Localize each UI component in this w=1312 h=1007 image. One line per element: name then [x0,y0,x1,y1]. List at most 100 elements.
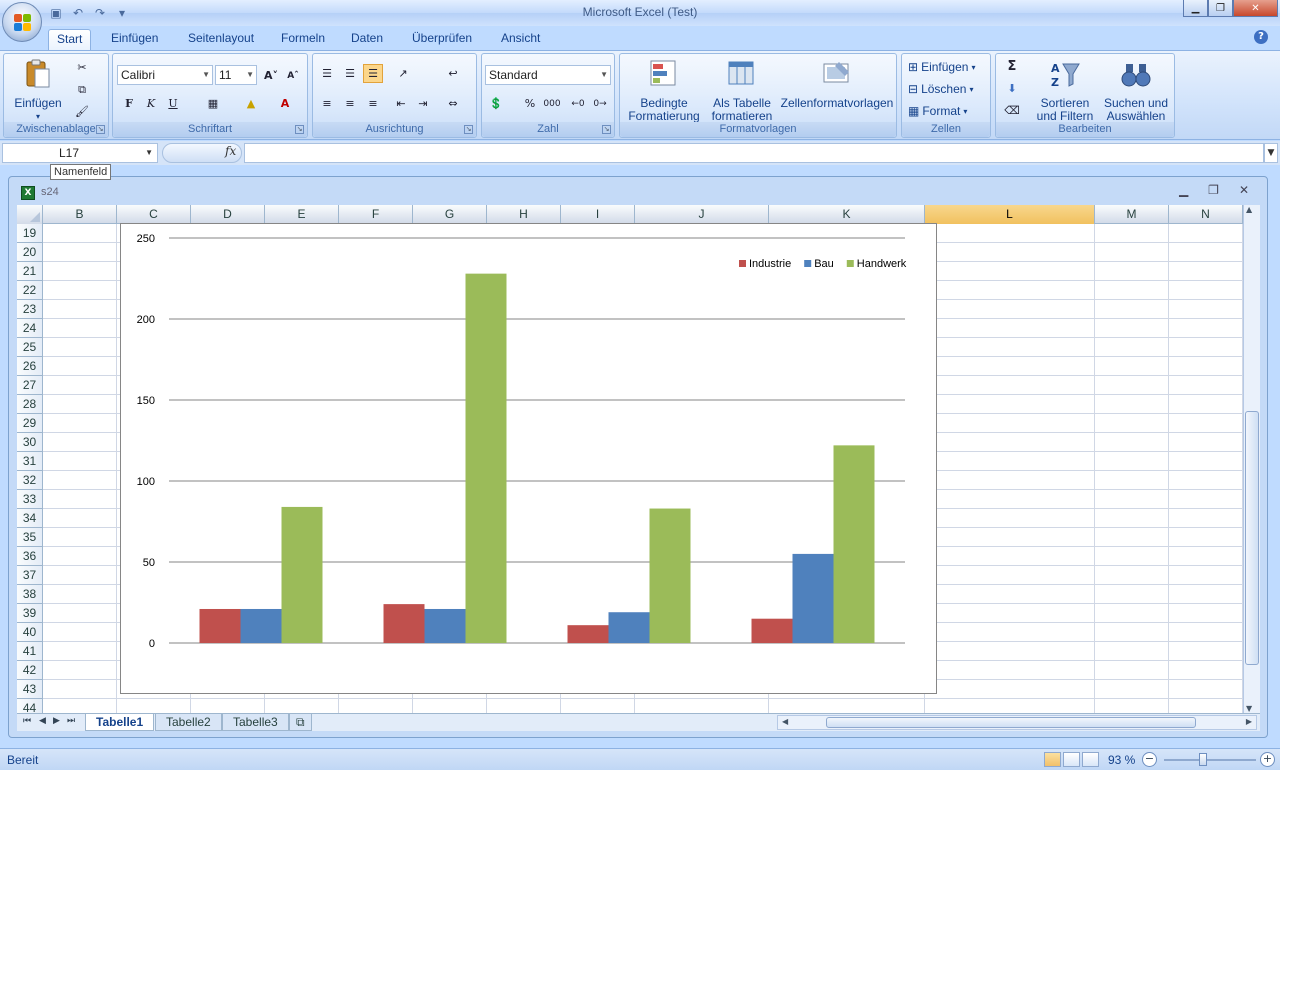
row-header-33[interactable]: 33 [17,490,43,509]
scroll-up-icon[interactable]: ▲ [1246,205,1252,214]
conditional-formatting-button[interactable]: Bedingte Formatierung [624,58,704,123]
underline-button[interactable]: U [163,94,183,113]
row-header-36[interactable]: 36 [17,547,43,566]
minimize-icon[interactable]: ▁ [1183,0,1208,17]
row-header-37[interactable]: 37 [17,566,43,585]
name-box[interactable]: L17 ▼ [2,143,158,163]
number-format-combo[interactable]: Standard ▼ [485,65,611,85]
merge-center-icon[interactable]: ⇔ [443,94,463,113]
row-header-43[interactable]: 43 [17,680,43,699]
find-select-button[interactable]: Suchen und Auswählen [1100,58,1172,123]
row-header-22[interactable]: 22 [17,281,43,300]
align-top-icon[interactable]: ☰ [317,64,337,83]
increase-indent-icon[interactable]: ⇥ [413,94,433,113]
wrap-text-icon[interactable]: ↩ [443,64,463,83]
row-header-30[interactable]: 30 [17,433,43,452]
number-launcher-icon[interactable]: ↘ [602,125,611,134]
next-sheet-icon[interactable]: ▶ [53,716,60,726]
font-launcher-icon[interactable]: ↘ [295,125,304,134]
row-header-24[interactable]: 24 [17,319,43,338]
alignment-launcher-icon[interactable]: ↘ [464,125,473,134]
align-bottom-icon[interactable]: ☰ [363,64,383,83]
row-header-21[interactable]: 21 [17,262,43,281]
close-icon[interactable]: ✕ [1233,0,1278,17]
currency-format-icon[interactable]: 💲 [486,94,506,113]
column-header-g[interactable]: G [413,205,487,224]
sort-filter-button[interactable]: A Z Sortieren und Filtern [1032,58,1098,123]
percent-button[interactable]: % [520,94,540,113]
row-header-31[interactable]: 31 [17,452,43,471]
fill-color-icon[interactable]: ▲ [241,94,261,113]
row-header-32[interactable]: 32 [17,471,43,490]
tab-ansicht[interactable]: Ansicht [493,29,548,50]
column-header-d[interactable]: D [191,205,265,224]
cut-icon[interactable]: ✂ [72,58,92,77]
tab-daten[interactable]: Daten [343,29,391,50]
restore-icon[interactable]: ❐ [1208,183,1219,197]
scroll-down-icon[interactable]: ▼ [1246,704,1252,713]
zoom-slider-thumb[interactable] [1199,753,1207,766]
format-painter-icon[interactable]: 🖌 [72,102,92,121]
column-header-b[interactable]: B [43,205,117,224]
row-header-26[interactable]: 26 [17,357,43,376]
row-header-40[interactable]: 40 [17,623,43,642]
align-right-icon[interactable]: ≡ [363,94,383,113]
select-all-button[interactable] [17,205,43,224]
delete-cells-button[interactable]: ⊟ Löschen ▾ [908,80,973,98]
column-header-m[interactable]: M [1095,205,1169,224]
row-header-23[interactable]: 23 [17,300,43,319]
autosum-icon[interactable]: Σ [1002,57,1022,76]
close-icon[interactable]: ✕ [1239,183,1249,197]
vertical-scrollbar[interactable]: ▲ ▼ [1243,205,1260,713]
expand-formula-bar-icon[interactable]: ▼ [1264,143,1278,163]
page-layout-view-icon[interactable] [1063,752,1080,767]
row-header-38[interactable]: 38 [17,585,43,604]
row-header-20[interactable]: 20 [17,243,43,262]
column-header-c[interactable]: C [117,205,191,224]
borders-icon[interactable]: ▦ [203,94,223,113]
scroll-left-icon[interactable]: ◀ [782,717,788,726]
column-header-i[interactable]: I [561,205,635,224]
shrink-font-icon[interactable]: Aˆ [283,66,303,85]
row-header-44[interactable]: 44 [17,699,43,713]
column-header-e[interactable]: E [265,205,339,224]
cell-styles-button[interactable]: Zellenformatvorlagen [780,58,894,110]
paste-button[interactable]: Einfügen ▾ [10,58,66,123]
align-left-icon[interactable]: ≡ [317,94,337,113]
sheet-tab-tabelle1[interactable]: Tabelle1 [85,714,155,731]
sheet-tab-tabelle3[interactable]: Tabelle3 [222,714,289,731]
column-header-n[interactable]: N [1169,205,1243,224]
restore-icon[interactable]: ❐ [1208,0,1233,17]
row-header-27[interactable]: 27 [17,376,43,395]
insert-cells-button[interactable]: ⊞ Einfügen ▾ [908,58,975,76]
row-header-25[interactable]: 25 [17,338,43,357]
scroll-right-icon[interactable]: ▶ [1246,717,1252,726]
font-size-combo[interactable]: 11 ▼ [215,65,257,85]
clipboard-launcher-icon[interactable]: ↘ [96,125,105,134]
grow-font-icon[interactable]: A˅ [261,66,281,85]
row-header-39[interactable]: 39 [17,604,43,623]
tab-seitenlayout[interactable]: Seitenlayout [180,29,262,50]
row-header-41[interactable]: 41 [17,642,43,661]
align-middle-icon[interactable]: ☰ [340,64,360,83]
row-header-28[interactable]: 28 [17,395,43,414]
decrease-decimal-icon[interactable]: 0→ [590,94,610,113]
formula-input[interactable] [244,143,1264,163]
last-sheet-icon[interactable]: ⏭ [67,716,75,726]
column-header-f[interactable]: F [339,205,413,224]
row-header-29[interactable]: 29 [17,414,43,433]
column-header-k[interactable]: K [769,205,925,224]
normal-view-icon[interactable] [1044,752,1061,767]
zoom-slider[interactable] [1164,759,1256,761]
orientation-icon[interactable]: ↗ [393,64,413,83]
row-header-19[interactable]: 19 [17,224,43,243]
bold-button[interactable]: F [119,94,139,113]
prev-sheet-icon[interactable]: ◀ [39,716,46,726]
align-center-icon[interactable]: ≡ [340,94,360,113]
minimize-icon[interactable]: ▁ [1179,183,1188,197]
row-header-35[interactable]: 35 [17,528,43,547]
fill-icon[interactable]: ⬇ [1002,79,1022,98]
page-break-view-icon[interactable] [1082,752,1099,767]
insert-function-button[interactable]: fx [225,144,236,158]
italic-button[interactable]: K [141,94,161,113]
